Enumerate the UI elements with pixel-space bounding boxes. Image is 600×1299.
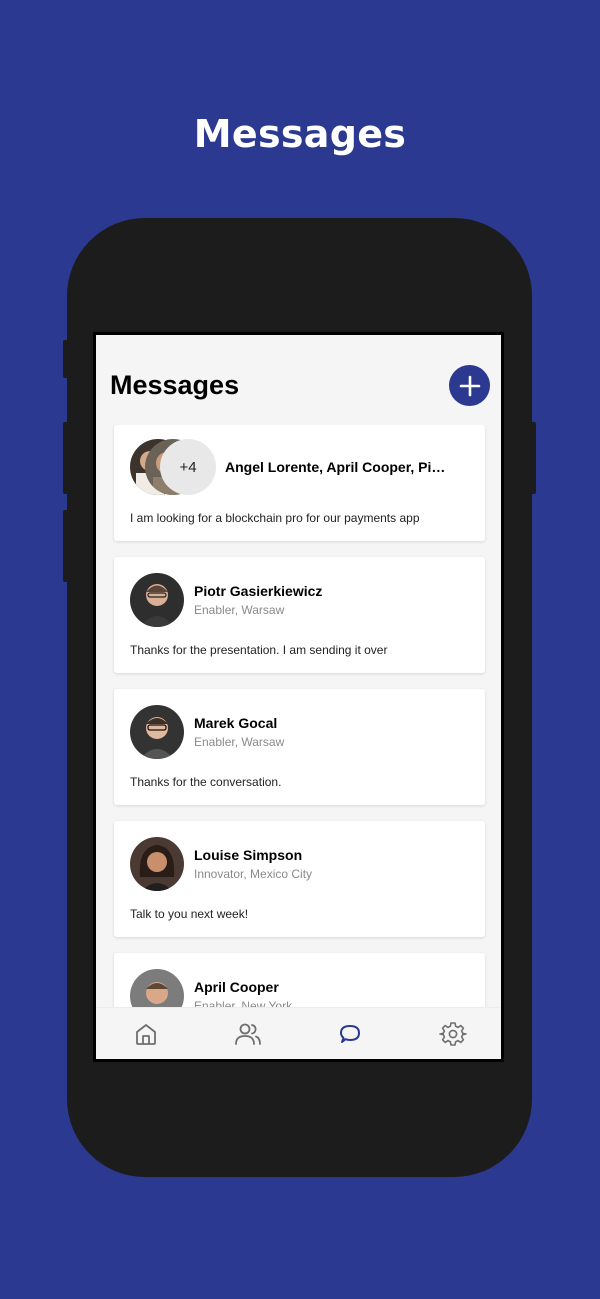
contact-name: April Cooper xyxy=(194,979,279,995)
conversation-card[interactable]: April Cooper Enabler, New York xyxy=(114,953,485,1007)
avatar xyxy=(130,969,184,1007)
tab-home[interactable] xyxy=(132,1020,160,1048)
avatar xyxy=(130,705,184,759)
message-preview: Thanks for the presentation. I am sendin… xyxy=(130,643,388,657)
conversation-card[interactable]: Piotr Gasierkiewicz Enabler, Warsaw Than… xyxy=(114,557,485,673)
app-header: Messages xyxy=(96,335,501,420)
tab-messages[interactable] xyxy=(336,1020,364,1048)
bottom-tab-bar xyxy=(96,1007,501,1059)
home-icon xyxy=(136,1024,156,1045)
contact-role: Innovator, Mexico City xyxy=(194,867,313,881)
message-preview: Talk to you next week! xyxy=(130,907,249,921)
gear-icon xyxy=(439,1022,467,1046)
contact-name: Marek Gocal xyxy=(194,715,278,731)
avatar xyxy=(130,573,184,627)
people-icon xyxy=(235,1023,261,1045)
tab-settings[interactable] xyxy=(439,1020,467,1048)
conversation-card[interactable]: Louise Simpson Innovator, Mexico City Ta… xyxy=(114,821,485,937)
conversation-list[interactable]: +4 Angel Lorente, April Cooper, Piotr Ga… xyxy=(96,425,501,1007)
avatar xyxy=(130,837,184,891)
page-title: Messages xyxy=(110,370,240,400)
chat-bubble-icon xyxy=(340,1025,360,1043)
group-avatars: +4 xyxy=(130,439,220,495)
more-participants-badge: +4 xyxy=(160,439,216,495)
group-participants-label: Angel Lorente, April Cooper, Piotr Gasie… xyxy=(225,459,453,475)
message-preview: I am looking for a blockchain pro for ou… xyxy=(130,511,420,525)
promo-title: Messages xyxy=(193,112,407,156)
contact-name: Piotr Gasierkiewicz xyxy=(194,583,323,599)
contact-role: Enabler, Warsaw xyxy=(194,735,285,749)
phone-screen: Messages +4 Angel Lorente, April Cooper,… xyxy=(93,332,504,1062)
message-preview: Thanks for the conversation. xyxy=(130,775,282,789)
tab-people[interactable] xyxy=(234,1020,262,1048)
conversation-card[interactable]: Marek Gocal Enabler, Warsaw Thanks for t… xyxy=(114,689,485,805)
contact-role: Enabler, New York xyxy=(194,999,293,1007)
contact-role: Enabler, Warsaw xyxy=(194,603,285,617)
contact-name: Louise Simpson xyxy=(194,847,303,863)
new-message-button[interactable] xyxy=(449,365,490,406)
group-conversation-card[interactable]: +4 Angel Lorente, April Cooper, Piotr Ga… xyxy=(114,425,485,541)
plus-icon xyxy=(459,375,480,396)
